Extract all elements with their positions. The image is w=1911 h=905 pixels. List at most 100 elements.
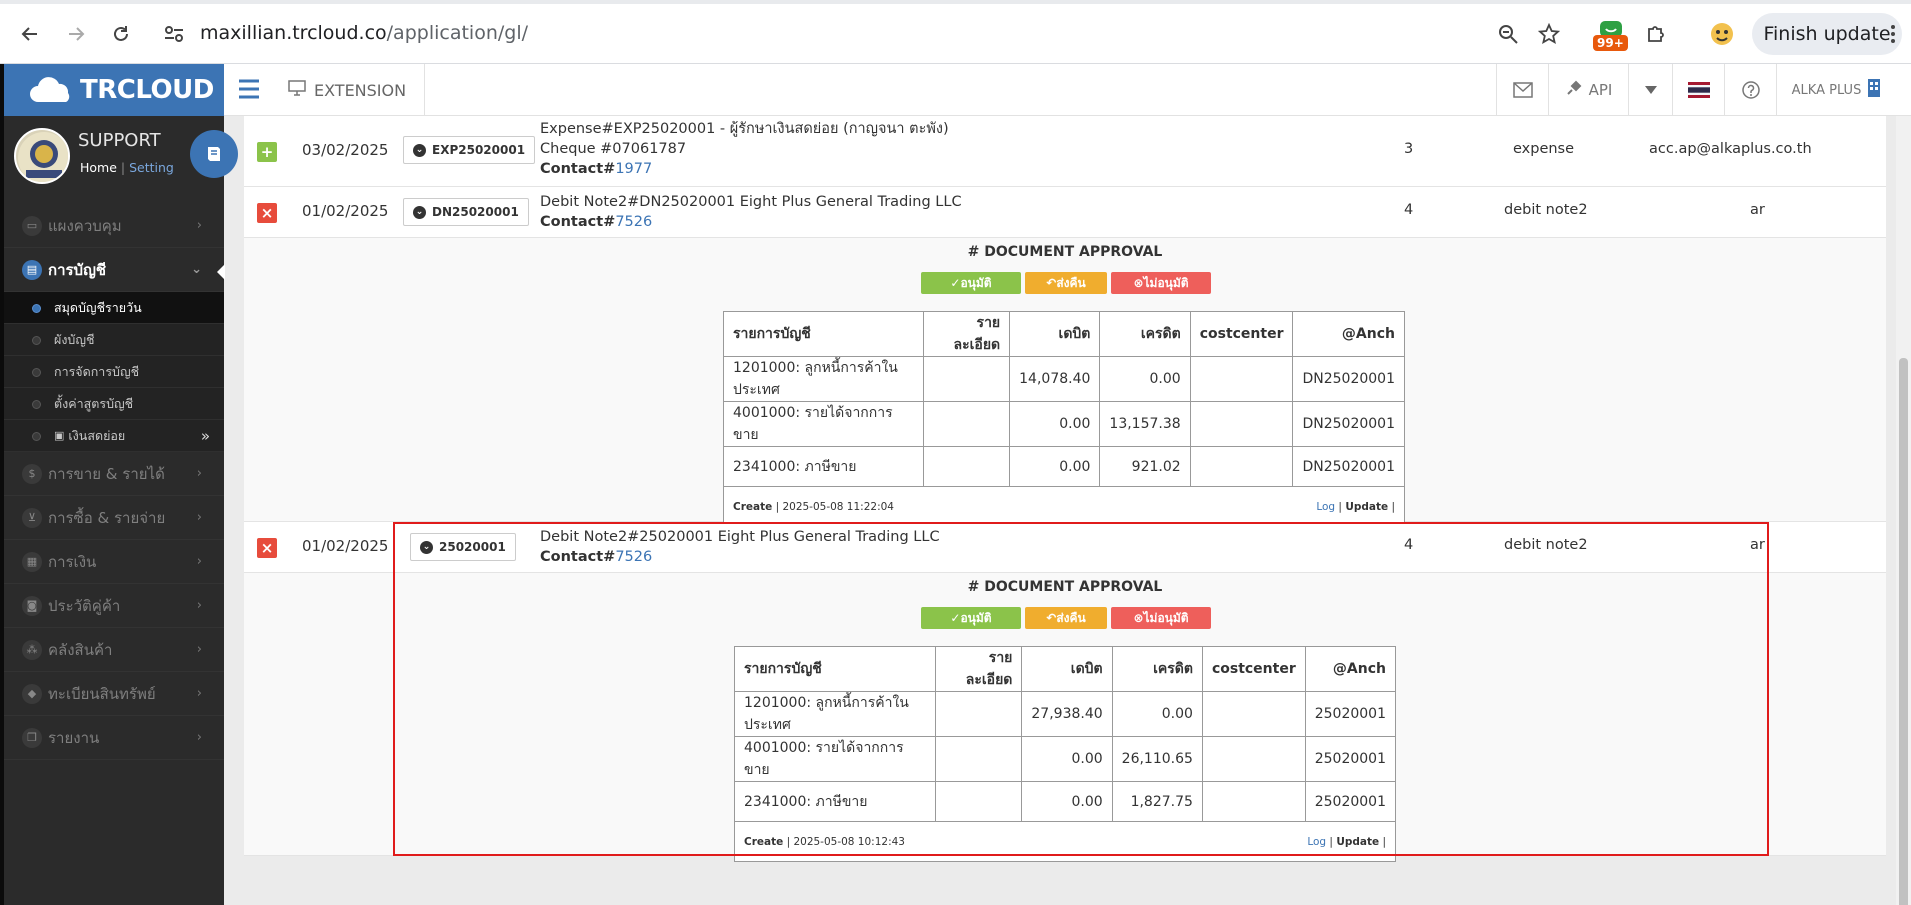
profile-links: Home | Setting: [80, 160, 174, 175]
book-button[interactable]: [190, 130, 238, 178]
scrollbar[interactable]: [1896, 116, 1911, 905]
gl-row: 1201000: ลูกหนี้การค้าในประเทศ 14,078.40…: [723, 356, 1405, 402]
submenu-item-account-management[interactable]: การจัดการบัญชี: [4, 356, 224, 388]
approve-label: อนุมัติ: [960, 610, 992, 625]
contact-line: Contact#7526: [540, 212, 962, 232]
bookmark-star-icon[interactable]: [1533, 18, 1565, 50]
log-link[interactable]: Log: [1307, 836, 1326, 848]
api-menu[interactable]: API: [1548, 64, 1628, 116]
submenu-item-chart-of-accounts[interactable]: ผังบัญชี: [4, 324, 224, 356]
return-button[interactable]: ↶ ส่งคืน: [1025, 607, 1107, 629]
row-extra: ar: [1750, 537, 1765, 553]
gl-row: 4001000: รายได้จากการขาย 0.00 13,157.38 …: [723, 401, 1405, 447]
sidebar-item-inventory[interactable]: ⁂ คลังสินค้า ›: [4, 628, 224, 672]
update-link[interactable]: Update: [1336, 836, 1379, 848]
logo-text: TRCLOUD: [80, 75, 214, 105]
log-link[interactable]: Log: [1316, 501, 1335, 513]
gl-anch: DN25020001: [1292, 356, 1405, 402]
sidebar-item-contacts[interactable]: ◙ ประวัติคู่ค้า ›: [4, 584, 224, 628]
doc-number-button[interactable]: ⌄ EXP25020001: [403, 136, 536, 164]
sidebar-item-reports[interactable]: ❐ รายงาน ›: [4, 716, 224, 760]
gl-row: 1201000: ลูกหนี้การค้าในประเทศ 27,938.40…: [734, 691, 1397, 737]
help-icon[interactable]: [1724, 64, 1776, 116]
gl-debit: 0.00: [1021, 736, 1113, 782]
sidebar-item-label: ประวัติคู่ค้า: [48, 596, 121, 615]
col-account: รายการบัญชี: [723, 311, 924, 357]
gl-detail: [922, 356, 1011, 402]
update-link[interactable]: Update: [1345, 501, 1388, 513]
submenu-item-petty-cash[interactable]: ▣ เงินสดย่อย »: [4, 420, 224, 452]
reject-button[interactable]: ⊗ ไม่อนุมัติ: [1111, 272, 1211, 294]
company-menu[interactable]: ALKA PLUS: [1776, 64, 1896, 116]
extension-menu[interactable]: EXTENSION: [288, 64, 426, 116]
expand-button[interactable]: +: [257, 142, 277, 162]
chevron-right-icon: ›: [196, 598, 202, 613]
col-anch: @Anch: [1292, 311, 1405, 357]
reply-icon: ↶: [1046, 611, 1057, 625]
gl-credit: 0.00: [1111, 691, 1203, 737]
row-count: 3: [1404, 141, 1414, 157]
collapse-button[interactable]: ×: [257, 203, 277, 223]
address-bar[interactable]: maxillian.trcloud.co/application/gl/: [200, 22, 528, 44]
doc-number-button[interactable]: ⌄ DN25020001: [403, 198, 529, 226]
notification-badge: 99+: [1593, 35, 1628, 51]
reload-icon[interactable]: [105, 18, 137, 50]
return-button[interactable]: ↶ ส่งคืน: [1025, 272, 1107, 294]
setting-link[interactable]: Setting: [129, 160, 174, 175]
extensions-puzzle-icon[interactable]: [1640, 18, 1672, 50]
gl-account: 1201000: ลูกหนี้การค้าในประเทศ: [723, 356, 924, 402]
table-row: × 01/02/2025 ⌄ 25020001 Debit Note2#2502…: [244, 522, 1886, 573]
browser-menu-icon[interactable]: [1877, 18, 1909, 50]
chevron-down-icon: ⌄: [420, 540, 433, 554]
sidebar-item-purchases[interactable]: ⊻ การซื้อ & รายจ่าย ›: [4, 496, 224, 540]
profile-avatar-icon[interactable]: [1706, 18, 1738, 50]
double-chevron-right-icon: »: [200, 426, 210, 445]
sidebar-item-label: การขาย & รายได้: [48, 464, 165, 483]
zoom-icon[interactable]: [1492, 18, 1524, 50]
mail-icon[interactable]: [1496, 64, 1548, 116]
submenu-label: ตั้งค่าสูตรบัญชี: [54, 395, 134, 411]
sidebar-item-finance[interactable]: ▦ การเงิน ›: [4, 540, 224, 584]
forward-icon[interactable]: [60, 18, 92, 50]
col-debit: เดบิต: [1021, 646, 1113, 692]
site-settings-icon[interactable]: [163, 24, 185, 44]
thai-flag-icon[interactable]: [1672, 64, 1724, 116]
reject-button[interactable]: ⊗ ไม่อนุมัติ: [1111, 607, 1211, 629]
sidebar-item-label: รายงาน: [48, 728, 100, 747]
home-link[interactable]: Home: [80, 160, 117, 175]
app-logo[interactable]: TRCLOUD: [4, 64, 224, 116]
row-description: Debit Note2#DN25020001 Eight Plus Genera…: [540, 192, 962, 232]
url-host: maxillian.trcloud.co: [200, 22, 387, 44]
collapse-button[interactable]: ×: [257, 538, 277, 558]
gl-credit: 1,827.75: [1111, 781, 1203, 822]
submenu-item-journal[interactable]: สมุดบัญชีรายวัน: [4, 292, 224, 324]
sidebar-item-accounting[interactable]: ▤ การบัญชี ⌄: [4, 248, 225, 292]
sidebar-item-label: แผงควบคุม: [48, 216, 122, 235]
submenu-label: ผังบัญชี: [54, 331, 95, 347]
doc-number: 25020001: [439, 540, 506, 554]
scrollbar-thumb[interactable]: [1899, 358, 1908, 905]
sidebar-item-assets[interactable]: ◆ ทะเบียนสินทรัพย์ ›: [4, 672, 224, 716]
doc-number-button[interactable]: ⌄ 25020001: [410, 533, 516, 561]
caret-down-icon[interactable]: [1628, 64, 1672, 116]
gl-debit: 14,078.40: [1009, 356, 1101, 402]
money-icon: ▣: [54, 429, 65, 442]
submenu-item-formula-settings[interactable]: ตั้งค่าสูตรบัญชี: [4, 388, 224, 420]
gl-row: 2341000: ภาษีขาย 0.00 921.02 DN25020001: [723, 446, 1405, 487]
sidebar-item-sales[interactable]: $ การขาย & รายได้ ›: [4, 452, 224, 496]
back-icon[interactable]: [14, 18, 46, 50]
contact-link[interactable]: 7526: [615, 549, 652, 565]
row-description: Debit Note2#25020001 Eight Plus General …: [540, 527, 940, 567]
boxes-icon: ⁂: [22, 639, 42, 660]
bullet-icon: [32, 336, 41, 345]
contact-link[interactable]: 7526: [615, 214, 652, 230]
col-credit: เครดิต: [1111, 646, 1203, 692]
hamburger-menu-icon[interactable]: [236, 76, 262, 102]
col-costcenter: costcenter: [1189, 311, 1294, 357]
chevron-right-icon: ›: [196, 730, 202, 745]
chevron-right-icon: ›: [196, 686, 202, 701]
approve-button[interactable]: ✓ อนุมัติ: [921, 607, 1021, 629]
sidebar-item-dashboard[interactable]: ▭ แผงควบคุม ›: [4, 204, 224, 248]
contact-link[interactable]: 1977: [615, 161, 652, 177]
approve-button[interactable]: ✓ อนุมัติ: [921, 272, 1021, 294]
